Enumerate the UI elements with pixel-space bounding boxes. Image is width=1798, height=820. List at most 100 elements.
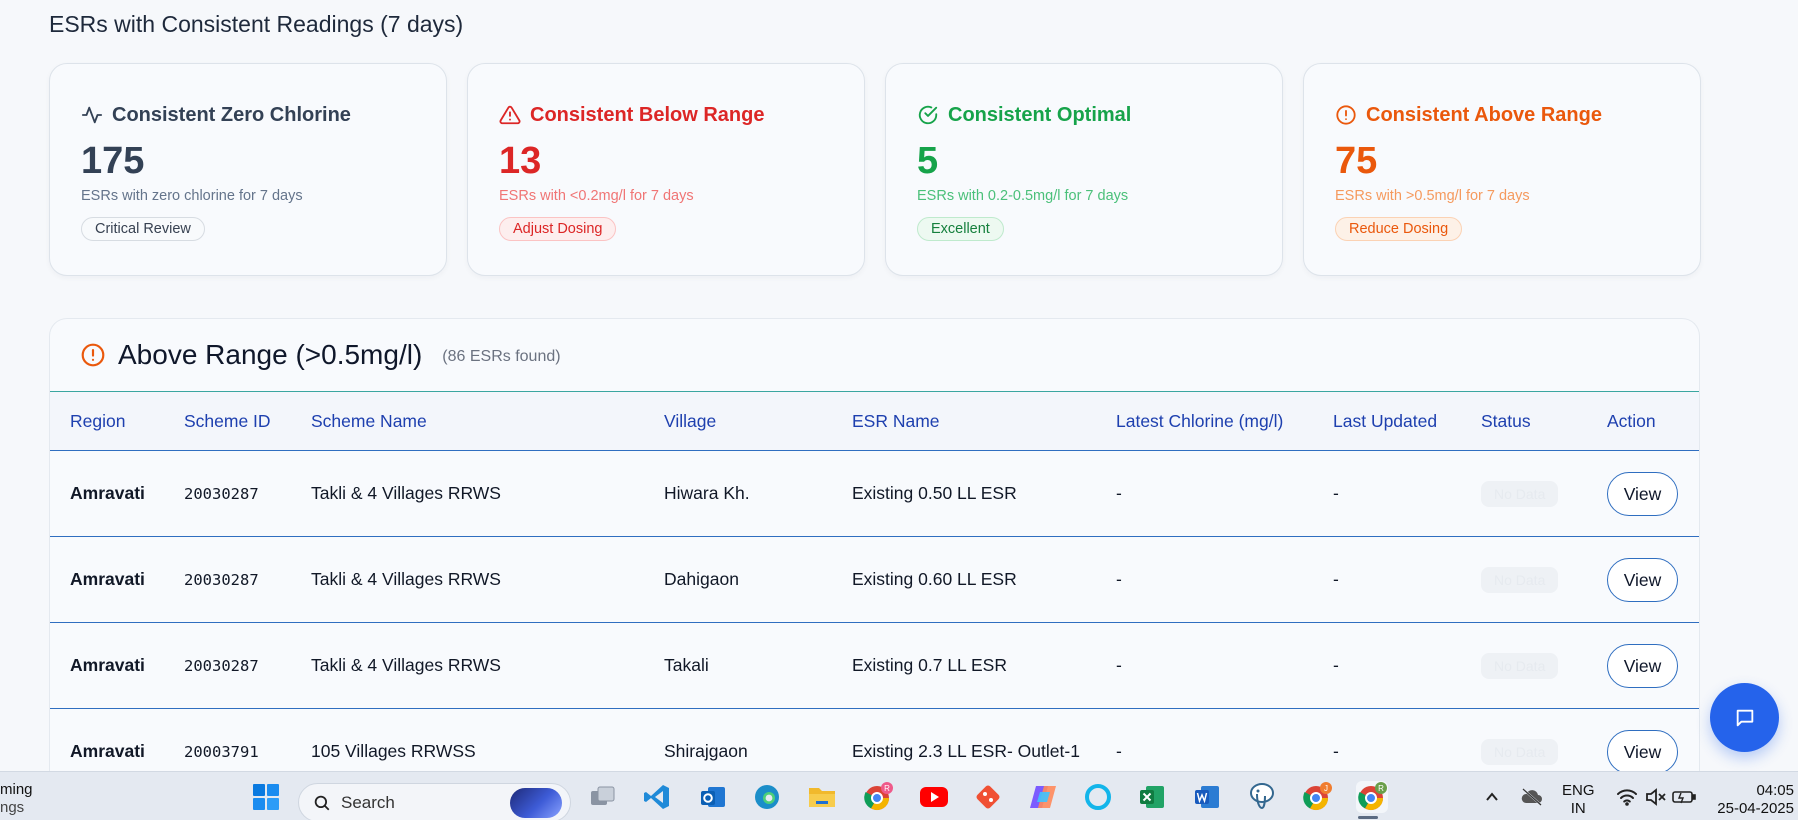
card-title: Consistent Below Range <box>530 103 765 126</box>
vscode-icon[interactable] <box>641 781 673 813</box>
taskbar-search[interactable]: Search <box>298 783 571 820</box>
cell-esr-name: Existing 0.60 LL ESR <box>852 569 1017 589</box>
card-badge: Adjust Dosing <box>499 217 617 241</box>
card-description: ESRs with <0.2mg/l for 7 days <box>499 188 694 204</box>
cell-scheme-name: 105 Villages RRWSS <box>311 741 476 761</box>
chrome-profile-r-icon[interactable]: R <box>862 781 894 813</box>
windows-start-icon[interactable] <box>250 781 282 813</box>
cell-scheme-id: 20030287 <box>184 656 259 675</box>
activity-icon <box>81 104 103 126</box>
chrome-profile-active-icon[interactable]: R <box>1356 781 1388 813</box>
panel-header: Above Range (>0.5mg/l) (86 ESRs found) <box>50 319 1699 392</box>
card-below-range[interactable]: Consistent Below Range 13 ESRs with <0.2… <box>467 63 865 276</box>
cell-scheme-name: Takli & 4 Villages RRWS <box>311 569 501 589</box>
clock-time: 04:05 <box>1756 782 1794 799</box>
card-zero-chlorine[interactable]: Consistent Zero Chlorine 175 ESRs with z… <box>49 63 447 276</box>
word-icon[interactable] <box>1191 781 1223 813</box>
cell-region: Amravati <box>70 483 145 503</box>
clock[interactable]: 04:05 25-04-2025 <box>1716 782 1794 818</box>
table-row: Amravati 20030287 Takli & 4 Villages RRW… <box>50 537 1699 623</box>
column-header-esr-name[interactable]: ESR Name <box>852 411 940 432</box>
battery-icon[interactable] <box>1668 781 1700 813</box>
chrome-badge-active: R <box>1378 784 1384 793</box>
active-app-indicator <box>1358 816 1378 819</box>
file-explorer-icon[interactable] <box>806 781 838 813</box>
column-header-action: Action <box>1607 410 1656 431</box>
chat-button[interactable] <box>1710 683 1779 752</box>
column-header-village[interactable]: Village <box>664 411 716 432</box>
youtube-icon[interactable] <box>918 781 950 813</box>
card-badge: Reduce Dosing <box>1335 217 1463 241</box>
outlook-icon[interactable] <box>697 781 729 813</box>
cloud-off-icon[interactable] <box>1516 781 1548 813</box>
cell-esr-name: Existing 2.3 LL ESR- Outlet-1 <box>852 741 1080 761</box>
chevron-up-icon[interactable] <box>1476 781 1508 813</box>
wifi-icon[interactable] <box>1611 781 1643 813</box>
widget-text-line1: ming <box>0 781 33 798</box>
cell-village: Takali <box>664 655 709 675</box>
card-description: ESRs with zero chlorine for 7 days <box>81 188 303 204</box>
language-code: ENG <box>1562 782 1595 799</box>
cell-scheme-name: Takli & 4 Villages RRWS <box>311 655 501 675</box>
alexa-icon[interactable] <box>1082 781 1114 813</box>
section-title: ESRs with Consistent Readings (7 days) <box>49 11 464 37</box>
view-button[interactable]: View <box>1607 729 1678 774</box>
card-description: ESRs with 0.2-0.5mg/l for 7 days <box>917 188 1129 204</box>
cell-village: Hiwara Kh. <box>664 483 750 503</box>
column-header-status[interactable]: Status <box>1481 411 1531 432</box>
edge-icon[interactable] <box>751 781 783 813</box>
search-label: Search <box>341 792 395 812</box>
excel-icon[interactable] <box>1136 781 1168 813</box>
column-header-scheme-id[interactable]: Scheme ID <box>184 411 271 432</box>
view-button[interactable]: View <box>1607 643 1678 688</box>
card-count: 13 <box>499 140 542 182</box>
status-badge: No Data <box>1481 566 1559 593</box>
card-title: Consistent Above Range <box>1366 103 1602 126</box>
alert-circle-icon <box>80 342 106 368</box>
chat-icon <box>1734 707 1756 729</box>
column-header-scheme-name[interactable]: Scheme Name <box>311 411 427 432</box>
alert-circle-icon <box>1335 104 1357 126</box>
cell-scheme-id: 20030287 <box>184 570 259 589</box>
results-count: (86 ESRs found) <box>442 348 561 365</box>
card-title: Consistent Zero Chlorine <box>112 103 351 126</box>
column-header-last-updated[interactable]: Last Updated <box>1333 411 1437 432</box>
task-view-icon[interactable] <box>587 781 619 813</box>
cell-region: Amravati <box>70 741 145 761</box>
git-icon[interactable] <box>972 781 1004 813</box>
cell-region: Amravati <box>70 655 145 675</box>
search-highlight-icon <box>510 787 562 818</box>
card-count: 75 <box>1335 140 1378 182</box>
cell-latest-chlorine: - <box>1116 655 1122 675</box>
card-above-range[interactable]: Consistent Above Range 75 ESRs with >0.5… <box>1303 63 1701 276</box>
cell-last-updated: - <box>1333 741 1339 761</box>
column-header-latest-chlorine[interactable]: Latest Chlorine (mg/l) <box>1116 411 1283 432</box>
card-optimal[interactable]: Consistent Optimal 5 ESRs with 0.2-0.5mg… <box>885 63 1283 276</box>
panel-title: Above Range (>0.5mg/l) <box>118 339 423 370</box>
card-count: 175 <box>81 140 145 182</box>
cell-latest-chlorine: - <box>1116 569 1122 589</box>
clock-date: 25-04-2025 <box>1717 800 1794 817</box>
view-button[interactable]: View <box>1607 471 1678 516</box>
column-header-region[interactable]: Region <box>70 411 125 432</box>
table-row: Amravati 20030287 Takli & 4 Villages RRW… <box>50 451 1699 537</box>
card-badge: Excellent <box>917 217 1004 241</box>
chrome-profile-j-icon[interactable]: J <box>1301 781 1333 813</box>
cell-latest-chlorine: - <box>1116 741 1122 761</box>
cell-scheme-id: 20030287 <box>184 484 259 503</box>
card-count: 5 <box>917 140 939 182</box>
taskbar-widget[interactable]: ming ngs <box>0 781 33 817</box>
status-badge: No Data <box>1481 652 1559 679</box>
copilot-icon[interactable] <box>1027 781 1059 813</box>
check-circle-icon <box>917 104 939 126</box>
alert-triangle-icon <box>499 104 521 126</box>
cell-latest-chlorine: - <box>1116 483 1122 503</box>
summary-cards: Consistent Zero Chlorine 175 ESRs with z… <box>49 63 1701 276</box>
language-indicator[interactable]: ENG IN <box>1562 782 1595 818</box>
view-button[interactable]: View <box>1607 557 1678 602</box>
cell-village: Shirajgaon <box>664 741 748 761</box>
postgres-icon[interactable] <box>1246 781 1278 813</box>
cell-last-updated: - <box>1333 655 1339 675</box>
table-row: Amravati 20030287 Takli & 4 Villages RRW… <box>50 623 1699 709</box>
table-header: Region Scheme ID Scheme Name Village ESR… <box>50 392 1699 451</box>
